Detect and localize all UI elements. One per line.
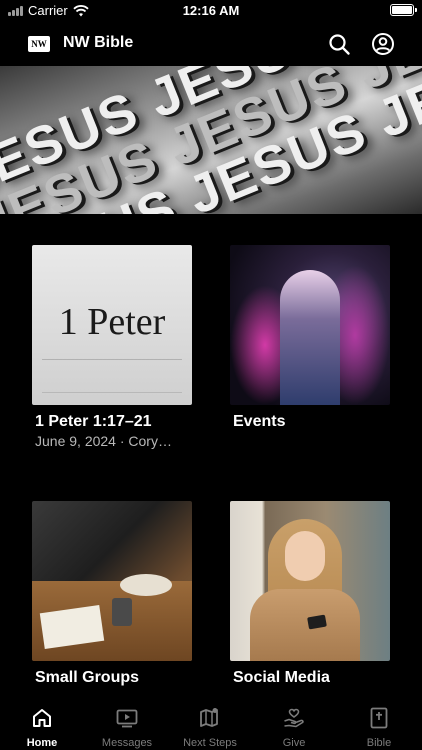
card-title: Small Groups [35, 669, 140, 686]
tab-give[interactable]: Give [252, 706, 336, 749]
battery-icon [390, 4, 417, 16]
give-icon [284, 708, 304, 728]
card-subtitle: June 9, 2024 · Cory… [35, 433, 172, 449]
social-media-thumbnail [230, 501, 390, 661]
card-title: Events [233, 413, 286, 430]
home-icon [33, 709, 51, 727]
tab-label: Give [282, 737, 306, 749]
app-title: NW Bible [63, 34, 134, 51]
tab-label: Home [26, 737, 58, 749]
thumbnail-text: 1 Peter [58, 301, 166, 343]
sketch-decoration [42, 359, 182, 393]
card-small-groups[interactable]: Small Groups [32, 501, 192, 686]
tab-next-steps[interactable]: Next Steps [168, 706, 252, 749]
hero-text: JESUS JESUS JESUS JESUS JESUS JESUS JESU… [0, 66, 422, 214]
tab-messages[interactable]: Messages [85, 706, 169, 749]
card-sermon[interactable]: 1 Peter 1 Peter 1:17–21 June 9, 2024 · C… [32, 245, 192, 449]
hero-banner[interactable]: JESUS JESUS JESUS JESUS JESUS JESUS JESU… [0, 66, 422, 214]
tab-label: Messages [101, 737, 153, 749]
tab-home[interactable]: Home [0, 706, 84, 749]
status-bar: Carrier 12:16 AM [0, 0, 422, 22]
tab-bible[interactable]: Bible [337, 706, 421, 749]
profile-icon[interactable] [371, 32, 395, 56]
card-title: 1 Peter 1:17–21 [35, 413, 152, 430]
small-groups-thumbnail [32, 501, 192, 661]
card-title: Social Media [233, 669, 330, 686]
events-thumbnail [230, 245, 390, 405]
card-social-media[interactable]: Social Media [230, 501, 390, 686]
app-logo: NW [28, 36, 50, 52]
search-icon[interactable] [327, 32, 351, 56]
map-icon [200, 708, 218, 727]
sermon-thumbnail: 1 Peter [32, 245, 192, 405]
play-icon [116, 709, 138, 728]
bible-icon [370, 707, 388, 729]
app-header: NW NW Bible [0, 22, 422, 66]
tab-bar: Home Messages Next Steps Give Bible [0, 700, 422, 750]
card-events[interactable]: Events [230, 245, 390, 430]
tab-label: Bible [366, 737, 392, 749]
status-time: 12:16 AM [182, 3, 240, 18]
tab-label: Next Steps [183, 737, 237, 749]
